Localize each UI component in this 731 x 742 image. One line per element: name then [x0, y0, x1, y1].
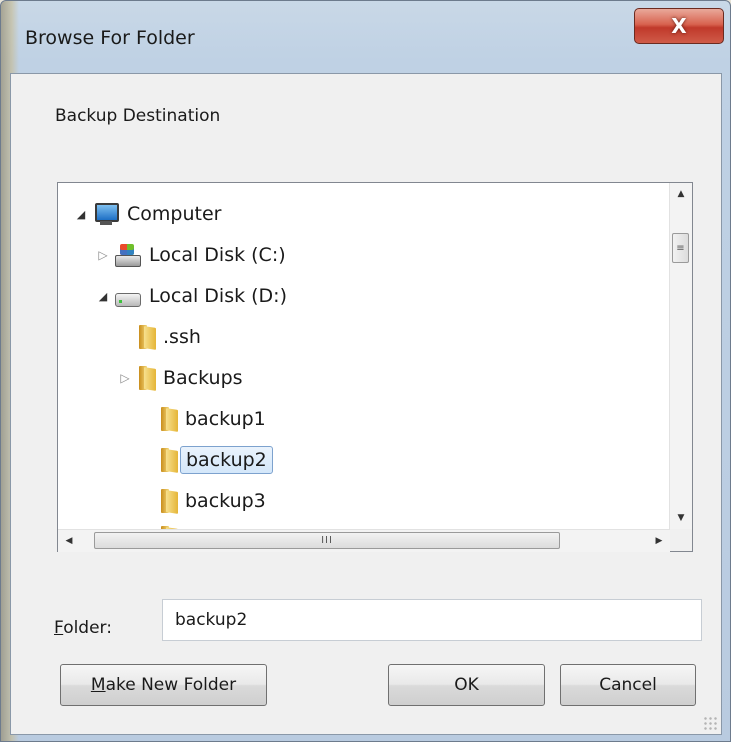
- make-new-folder-button[interactable]: Make New Folder: [60, 664, 267, 706]
- scroll-right-arrow-icon[interactable]: ▶: [648, 530, 670, 552]
- ok-button[interactable]: OK: [388, 664, 545, 706]
- horizontal-scrollbar[interactable]: ◀ III ▶: [58, 529, 670, 552]
- title-bar[interactable]: Browse For Folder X: [1, 1, 730, 73]
- windows-drive-icon: [114, 243, 141, 267]
- scrollbar-corner: [670, 529, 692, 551]
- folder-icon: [158, 448, 176, 472]
- tree-item-backup2[interactable]: backup2: [154, 441, 273, 479]
- resize-grip-icon[interactable]: [703, 716, 717, 730]
- vertical-scrollbar[interactable]: ▲ ≡ ▼: [669, 183, 692, 529]
- collapsed-arrow-icon[interactable]: ▷: [118, 371, 132, 385]
- folder-icon: [136, 325, 154, 349]
- folder-tree-view[interactable]: ◢ Computer ▷ Local Disk (C:) ◢ Local Dis…: [57, 182, 693, 552]
- tree-item-backups[interactable]: ▷ Backups: [118, 359, 248, 397]
- tree-item-local-disk-c[interactable]: ▷ Local Disk (C:): [96, 236, 291, 274]
- vertical-scroll-thumb[interactable]: ≡: [672, 233, 689, 263]
- close-icon: X: [671, 14, 687, 38]
- drive-icon: [114, 284, 141, 308]
- scroll-down-arrow-icon[interactable]: ▼: [670, 507, 692, 529]
- computer-icon: [92, 202, 119, 226]
- tree-item-ssh[interactable]: .ssh: [132, 318, 206, 356]
- tree-item-label: Computer: [127, 203, 222, 225]
- expanded-arrow-icon[interactable]: ◢: [74, 208, 88, 221]
- tree-item-label: .ssh: [163, 326, 201, 348]
- folder-icon: [136, 366, 154, 390]
- folder-label-accelerator: F: [54, 618, 64, 638]
- cancel-button[interactable]: Cancel: [560, 664, 696, 706]
- tree-item-backup3[interactable]: backup3: [154, 482, 271, 520]
- tree-rows: ◢ Computer ▷ Local Disk (C:) ◢ Local Dis…: [58, 183, 670, 529]
- folder-icon: [158, 489, 176, 513]
- tree-item-label: Local Disk (C:): [149, 244, 286, 266]
- folder-icon: [158, 407, 176, 431]
- tree-item-local-disk-d[interactable]: ◢ Local Disk (D:): [96, 277, 292, 315]
- folder-label-text: older:: [63, 618, 112, 638]
- tree-item-label: backup1: [185, 408, 266, 430]
- window-title: Browse For Folder: [25, 27, 195, 49]
- tree-item-label: backup2: [180, 446, 273, 474]
- scroll-up-arrow-icon[interactable]: ▲: [670, 183, 692, 205]
- dialog-client-area: Backup Destination ◢ Computer ▷ Local Di…: [10, 73, 722, 735]
- tree-item-backup1[interactable]: backup1: [154, 400, 271, 438]
- dialog-description: Backup Destination: [55, 106, 221, 126]
- tree-item-partial: [154, 519, 180, 529]
- scroll-left-arrow-icon[interactable]: ◀: [58, 530, 80, 552]
- browse-for-folder-window: Browse For Folder X Backup Destination ◢…: [0, 0, 731, 742]
- tree-item-label: Local Disk (D:): [149, 285, 287, 307]
- tree-item-label: backup3: [185, 490, 266, 512]
- make-new-folder-label: ake New Folder: [105, 675, 237, 695]
- make-new-folder-accelerator: M: [90, 675, 106, 695]
- close-button[interactable]: X: [634, 8, 724, 44]
- folder-label: Folder:: [54, 618, 112, 638]
- tree-item-computer[interactable]: ◢ Computer: [74, 195, 226, 233]
- expanded-arrow-icon[interactable]: ◢: [96, 290, 110, 303]
- folder-name-input[interactable]: [162, 599, 702, 641]
- horizontal-scroll-thumb[interactable]: III: [94, 532, 560, 549]
- collapsed-arrow-icon[interactable]: ▷: [96, 248, 110, 262]
- tree-item-label: Backups: [163, 367, 243, 389]
